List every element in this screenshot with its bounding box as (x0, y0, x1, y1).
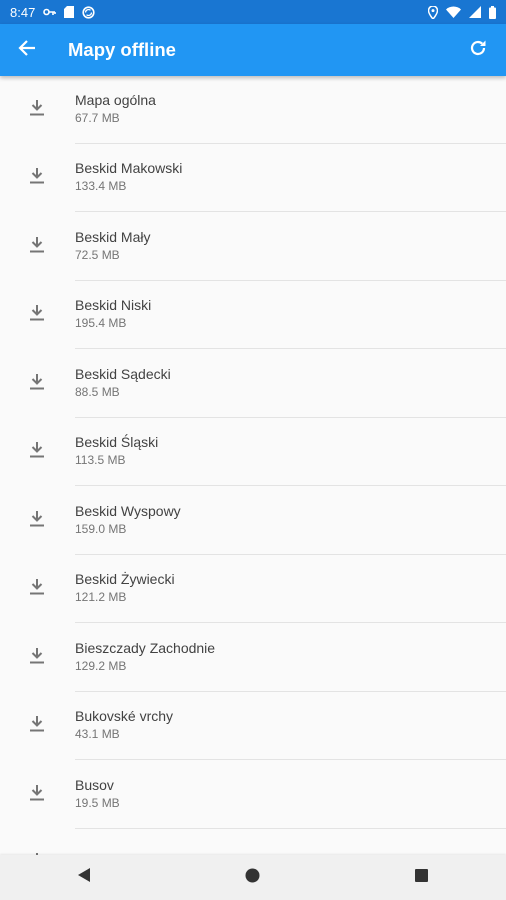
refresh-button[interactable] (452, 24, 504, 76)
map-list-item[interactable]: Beskid Sądecki 88.5 MB (0, 350, 506, 419)
download-icon (30, 305, 45, 326)
map-name: Beskid Żywiecki (75, 571, 175, 588)
download-button[interactable] (0, 99, 75, 121)
download-icon (30, 373, 45, 395)
map-list-item[interactable]: Beskid Żywiecki 121.2 MB (0, 556, 506, 625)
map-name: Beskid Makowski (75, 160, 183, 177)
map-name: Bieszczady Zachodnie (75, 639, 216, 656)
download-button[interactable] (0, 305, 75, 326)
map-list-item[interactable]: Beskid Wyspowy 159.0 MB (0, 487, 506, 556)
map-name: Busov (75, 776, 114, 793)
download-button[interactable] (0, 442, 75, 463)
status-time: 8:47 (10, 4, 36, 20)
map-item-text: Beskid Żywiecki 121.2 MB (75, 555, 506, 623)
map-name: Beskid Niski (75, 297, 152, 314)
map-item-text: Beskid Niski 195.4 MB (75, 281, 506, 349)
map-item-text: Beskid Wyspowy 159.0 MB (75, 486, 506, 555)
download-icon (30, 236, 45, 258)
download-icon (30, 784, 45, 806)
map-name: Beskid Śląski (75, 434, 159, 451)
map-name: Beskid Sądecki (75, 365, 171, 382)
map-item-text: Bukovské vrchy 43.1 MB (75, 692, 506, 760)
map-name: Beskid Wyspowy (75, 502, 181, 519)
map-size: 159.0 MB (75, 521, 127, 536)
map-item-text: Beskid Śląski 113.5 MB (75, 418, 506, 486)
download-button[interactable] (0, 784, 75, 806)
download-icon (30, 442, 45, 463)
map-list-item[interactable]: Mapa ogólna 67.7 MB (0, 76, 506, 145)
download-icon (30, 579, 45, 600)
map-list-item[interactable]: Chočské vrchy (0, 829, 506, 855)
nav-back-button[interactable] (54, 855, 114, 900)
map-size: 195.4 MB (75, 316, 127, 331)
refresh-icon (469, 39, 487, 62)
map-name: Beskid Mały (75, 228, 151, 245)
download-icon (30, 510, 45, 532)
map-item-text: Beskid Sądecki 88.5 MB (75, 349, 506, 418)
battery-icon (489, 5, 496, 19)
map-item-text: Beskid Makowski 133.4 MB (75, 144, 506, 212)
map-item-text: Chočské vrchy (75, 829, 506, 855)
download-icon (30, 168, 45, 189)
download-button[interactable] (0, 168, 75, 189)
wifi-icon (446, 6, 461, 18)
download-button[interactable] (0, 510, 75, 532)
navigation-bar (0, 855, 506, 900)
status-bar: 8:47 (0, 0, 506, 24)
map-size: 19.5 MB (75, 795, 120, 810)
map-name: Bukovské vrchy (75, 708, 174, 725)
square-recents-icon (415, 868, 429, 887)
app-bar: Mapy offline (0, 24, 506, 76)
map-list-item[interactable]: Bieszczady Zachodnie 129.2 MB (0, 624, 506, 693)
map-list-item[interactable]: Beskid Mały 72.5 MB (0, 213, 506, 282)
map-size: 72.5 MB (75, 247, 120, 262)
map-size: 133.4 MB (75, 179, 127, 194)
map-size: 129.2 MB (75, 658, 127, 673)
download-icon (30, 716, 45, 737)
download-button[interactable] (0, 647, 75, 669)
location-icon (428, 5, 438, 19)
map-list-item[interactable]: Beskid Makowski 133.4 MB (0, 145, 506, 214)
download-button[interactable] (0, 373, 75, 395)
download-button[interactable] (0, 579, 75, 600)
map-item-text: Beskid Mały 72.5 MB (75, 212, 506, 281)
page-title: Mapy offline (68, 39, 176, 60)
download-button[interactable] (0, 716, 75, 737)
map-size: 43.1 MB (75, 727, 120, 742)
nav-recents-button[interactable] (392, 855, 452, 900)
map-list-item[interactable]: Busov 19.5 MB (0, 761, 506, 830)
signal-icon (469, 6, 481, 18)
arrow-back-icon (18, 39, 36, 62)
map-item-text: Mapa ogólna 67.7 MB (75, 76, 506, 144)
download-icon (30, 99, 45, 121)
map-size: 121.2 MB (75, 590, 127, 605)
map-list-item[interactable]: Beskid Niski 195.4 MB (0, 282, 506, 351)
circle-home-icon (245, 868, 260, 888)
map-list-item[interactable]: Bukovské vrchy 43.1 MB (0, 693, 506, 762)
download-button[interactable] (0, 236, 75, 258)
map-size: 113.5 MB (75, 453, 126, 468)
map-size: 67.7 MB (75, 110, 120, 125)
back-button[interactable] (1, 24, 53, 76)
map-size: 88.5 MB (75, 384, 120, 399)
key-icon (43, 7, 57, 17)
triangle-back-icon (77, 867, 91, 888)
map-item-text: Busov 19.5 MB (75, 760, 506, 829)
offline-map-list: Mapa ogólna 67.7 MB Beskid Makowski 133.… (0, 76, 506, 855)
sync-icon (82, 5, 95, 19)
nav-home-button[interactable] (223, 855, 283, 900)
map-item-text: Bieszczady Zachodnie 129.2 MB (75, 623, 506, 692)
map-name: Mapa ogólna (75, 91, 156, 108)
map-list-item[interactable]: Beskid Śląski 113.5 MB (0, 419, 506, 488)
sd-card-icon (64, 6, 75, 18)
download-icon (30, 647, 45, 669)
